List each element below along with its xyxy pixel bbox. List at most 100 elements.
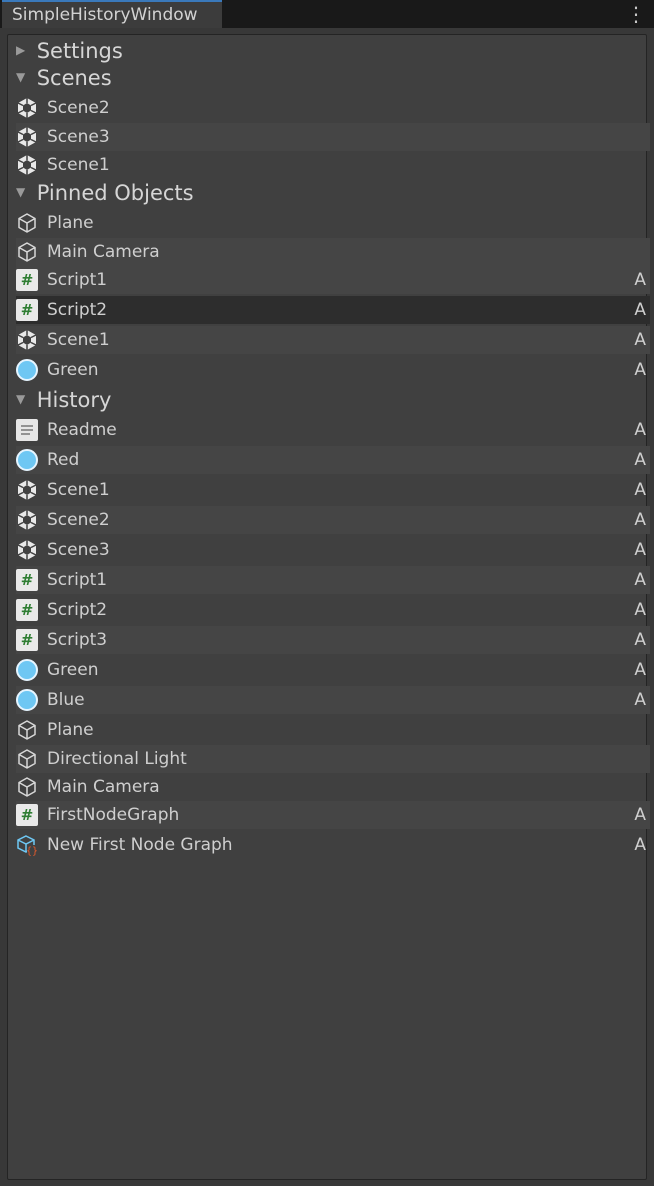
section-pinned-label: Pinned Objects — [36, 181, 194, 205]
scenes-row[interactable]: Scene1 — [16, 151, 650, 179]
row-label: Scene2 — [47, 510, 110, 530]
row-flag: A — [634, 630, 646, 650]
row-label: Scene3 — [47, 126, 110, 147]
tab-bar: SimpleHistoryWindow ⋮ — [0, 0, 654, 28]
row-flag: A — [634, 330, 646, 350]
csharp-script-icon: # — [16, 569, 38, 591]
row-label: Readme — [47, 420, 117, 440]
section-scenes-label: Scenes — [36, 66, 112, 90]
row-label: Blue — [47, 690, 85, 710]
row-label: Script3 — [47, 630, 108, 650]
section-pinned-objects[interactable]: ▼ Pinned Objects — [16, 180, 194, 207]
material-sphere-icon — [16, 689, 38, 711]
history-row[interactable]: Scene2 A — [16, 506, 650, 534]
material-sphere-icon — [16, 659, 38, 681]
csharp-script-icon: # — [16, 269, 38, 291]
pinned-row[interactable]: Plane — [16, 209, 650, 237]
history-row[interactable]: # Script2 A — [16, 596, 650, 624]
row-flag: A — [634, 480, 646, 500]
gameobject-cube-icon — [16, 212, 38, 234]
row-label: Script2 — [47, 300, 108, 320]
row-label: Scene2 — [47, 98, 110, 118]
vertical-ellipsis-icon[interactable]: ⋮ — [616, 4, 646, 26]
section-settings[interactable]: ▶ Settings — [16, 38, 123, 65]
scenes-row[interactable]: Scene2 — [16, 94, 650, 122]
row-flag: A — [634, 835, 646, 855]
row-flag: A — [634, 570, 646, 590]
row-flag: A — [634, 270, 646, 290]
svg-text:{}: {} — [26, 846, 38, 856]
section-scenes[interactable]: ▼ Scenes — [16, 65, 112, 92]
unity-scene-icon — [16, 97, 38, 119]
row-flag: A — [634, 600, 646, 620]
row-label: Green — [47, 660, 99, 680]
history-row[interactable]: {} New First Node Graph A — [16, 831, 650, 859]
pinned-row[interactable]: Scene1 A — [16, 326, 650, 354]
unity-scene-icon — [16, 126, 38, 148]
triangle-down-icon[interactable]: ▼ — [16, 179, 30, 206]
scriptable-object-icon: {} — [16, 834, 38, 857]
history-row[interactable]: # Script3 A — [16, 626, 650, 654]
history-row[interactable]: Scene1 A — [16, 476, 650, 504]
history-row[interactable]: Red A — [16, 446, 650, 474]
history-row[interactable]: Readme A — [16, 416, 650, 444]
history-row[interactable]: # Script1 A — [16, 566, 650, 594]
row-label: FirstNodeGraph — [47, 805, 180, 825]
history-list: ▶ Settings ▼ Scenes Scene2 Scene3 Scene1 ▼… — [7, 34, 650, 1180]
history-row[interactable]: Plane — [16, 716, 650, 744]
row-flag: A — [634, 360, 646, 380]
section-history-label: History — [36, 388, 112, 412]
row-flag: A — [634, 690, 646, 710]
csharp-script-icon: # — [16, 299, 38, 321]
section-settings-label: Settings — [36, 39, 123, 63]
triangle-down-icon[interactable]: ▼ — [16, 64, 30, 91]
material-sphere-icon — [16, 449, 38, 471]
material-sphere-icon — [16, 359, 38, 381]
row-label: Scene3 — [47, 540, 110, 560]
pinned-row[interactable]: Main Camera — [16, 237, 650, 266]
csharp-script-icon: # — [16, 804, 38, 826]
unity-scene-icon — [16, 509, 38, 531]
scenes-row[interactable]: Scene3 — [16, 122, 650, 151]
triangle-right-icon[interactable]: ▶ — [16, 37, 30, 64]
unity-scene-icon — [16, 539, 38, 561]
row-flag: A — [634, 420, 646, 440]
csharp-script-icon: # — [16, 599, 38, 621]
unity-scene-icon — [16, 154, 38, 176]
row-label: Plane — [47, 213, 94, 233]
row-flag: A — [634, 805, 646, 825]
row-label: Script2 — [47, 600, 108, 620]
row-flag: A — [634, 450, 646, 470]
pinned-row[interactable]: # Script2 A — [16, 296, 650, 324]
history-row[interactable]: Scene3 A — [16, 536, 650, 564]
window-tab[interactable]: SimpleHistoryWindow — [2, 0, 222, 28]
csharp-script-icon: # — [16, 629, 38, 651]
row-flag: A — [634, 660, 646, 680]
pinned-row[interactable]: # Script1 A — [16, 266, 650, 294]
row-label: Scene1 — [47, 330, 110, 350]
row-label: Plane — [47, 720, 94, 740]
gameobject-cube-icon — [16, 241, 38, 263]
unity-scene-icon — [16, 479, 38, 501]
unity-scene-icon — [16, 329, 38, 351]
row-label: Script1 — [47, 270, 108, 290]
section-history[interactable]: ▼ History — [16, 387, 111, 414]
history-row[interactable]: Blue A — [16, 686, 650, 714]
row-label: New First Node Graph — [47, 835, 233, 855]
row-label: Scene1 — [47, 480, 110, 500]
history-row[interactable]: # FirstNodeGraph A — [16, 801, 650, 829]
row-label: Main Camera — [47, 777, 160, 797]
window-panel: ▶ Settings ▼ Scenes Scene2 Scene3 Scene1 ▼… — [0, 28, 654, 1186]
row-label: Script1 — [47, 570, 108, 590]
row-flag: A — [634, 300, 646, 320]
row-label: Green — [47, 360, 99, 380]
gameobject-cube-icon — [16, 748, 38, 770]
gameobject-cube-icon — [16, 776, 38, 798]
pinned-row[interactable]: Green A — [16, 356, 650, 384]
history-row[interactable]: Main Camera — [16, 773, 650, 801]
row-label: Red — [47, 450, 80, 470]
row-flag: A — [634, 510, 646, 530]
history-row[interactable]: Directional Light — [16, 745, 650, 773]
triangle-down-icon[interactable]: ▼ — [16, 386, 30, 413]
history-row[interactable]: Green A — [16, 656, 650, 684]
